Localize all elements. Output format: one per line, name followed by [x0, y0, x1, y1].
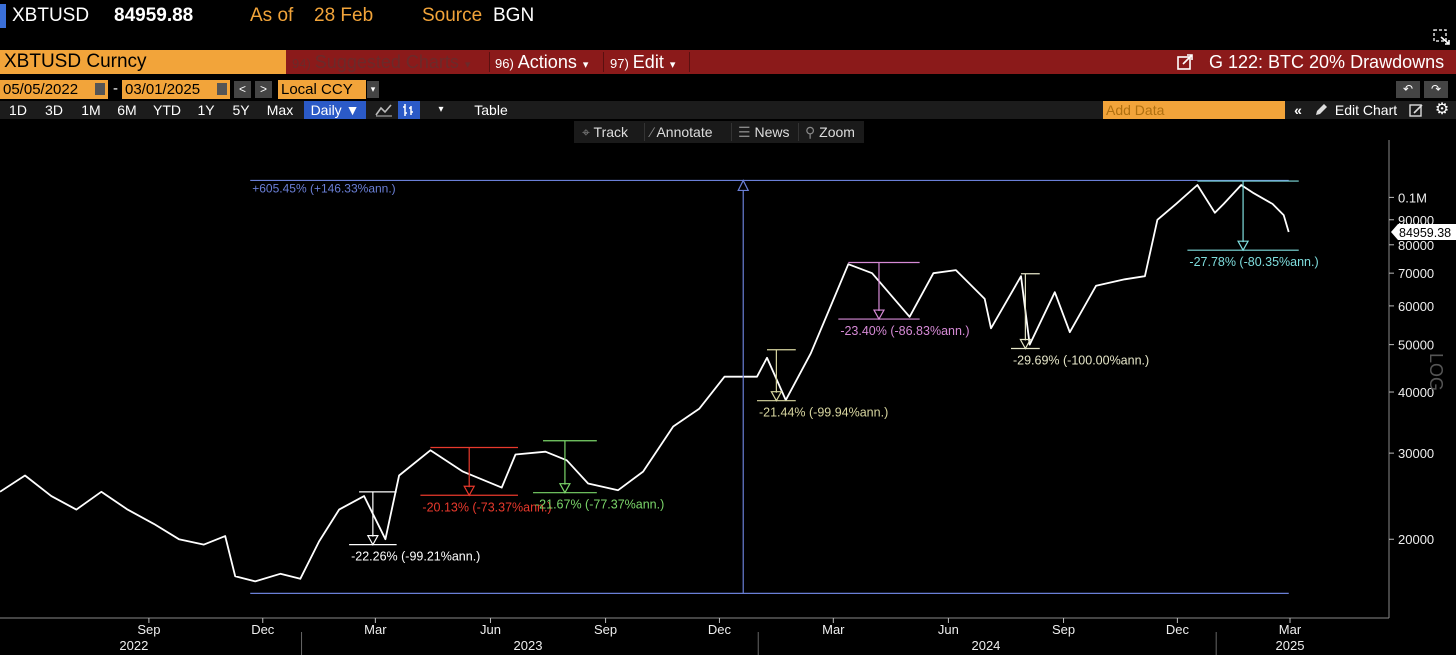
x-year-label: 2024 — [971, 638, 1000, 653]
x-tick-label: Jun — [480, 622, 501, 637]
x-year-label: 2025 — [1276, 638, 1305, 653]
y-tick-label: 70000 — [1398, 266, 1434, 281]
y-tick-label: 80000 — [1398, 238, 1434, 253]
drawdown-label: -22.26% (-99.21%ann.) — [351, 550, 480, 564]
drawdown-arrow-down — [1237, 240, 1250, 252]
drawdown-label: -29.69% (-100.00%ann.) — [1013, 353, 1149, 367]
drawdown-arrow-down — [366, 535, 379, 546]
range-arrow-up — [737, 179, 750, 192]
drawdown-label: -20.13% (-73.37%ann.) — [422, 500, 551, 514]
y-tick-label: 20000 — [1398, 532, 1434, 547]
x-tick-label: Jun — [938, 622, 959, 637]
drawdown-label: -21.67% (-77.37%ann.) — [535, 498, 664, 512]
x-tick-label: Sep — [1052, 622, 1075, 637]
x-year-label: 2023 — [514, 638, 543, 653]
drawdown-label: -27.78% (-80.35%ann.) — [1189, 255, 1318, 269]
drawdown-arrow-down — [558, 483, 571, 494]
x-year-label: 2022 — [119, 638, 148, 653]
x-tick-label: Mar — [1279, 622, 1302, 637]
x-tick-label: Sep — [137, 622, 160, 637]
price-series-line — [0, 184, 1290, 583]
drawdown-arrow-down — [463, 485, 476, 497]
x-tick-label: Dec — [708, 622, 732, 637]
drawdown-label: -21.44% (-99.94%ann.) — [759, 406, 888, 420]
y-tick-label: 30000 — [1398, 446, 1434, 461]
x-tick-label: Mar — [822, 622, 845, 637]
x-tick-label: Dec — [251, 622, 275, 637]
y-axis-scale-label: LOG — [1426, 353, 1446, 391]
x-tick-label: Mar — [364, 622, 387, 637]
drawdown-arrow-down — [770, 391, 783, 402]
x-tick-label: Dec — [1166, 622, 1190, 637]
y-tick-label: 0.1M — [1398, 190, 1427, 205]
y-tick-label: 60000 — [1398, 299, 1434, 314]
drawdown-label: -23.40% (-86.83%ann.) — [840, 324, 969, 338]
last-value-label: 84959.38 — [1399, 226, 1451, 240]
x-tick-label: Sep — [594, 622, 617, 637]
price-chart[interactable]: 2000030000400005000060000700008000090000… — [0, 0, 1456, 655]
range-label: +605.45% (+146.33%ann.) — [252, 181, 395, 195]
y-tick-label: 50000 — [1398, 338, 1434, 353]
drawdown-arrow-down — [872, 309, 885, 321]
